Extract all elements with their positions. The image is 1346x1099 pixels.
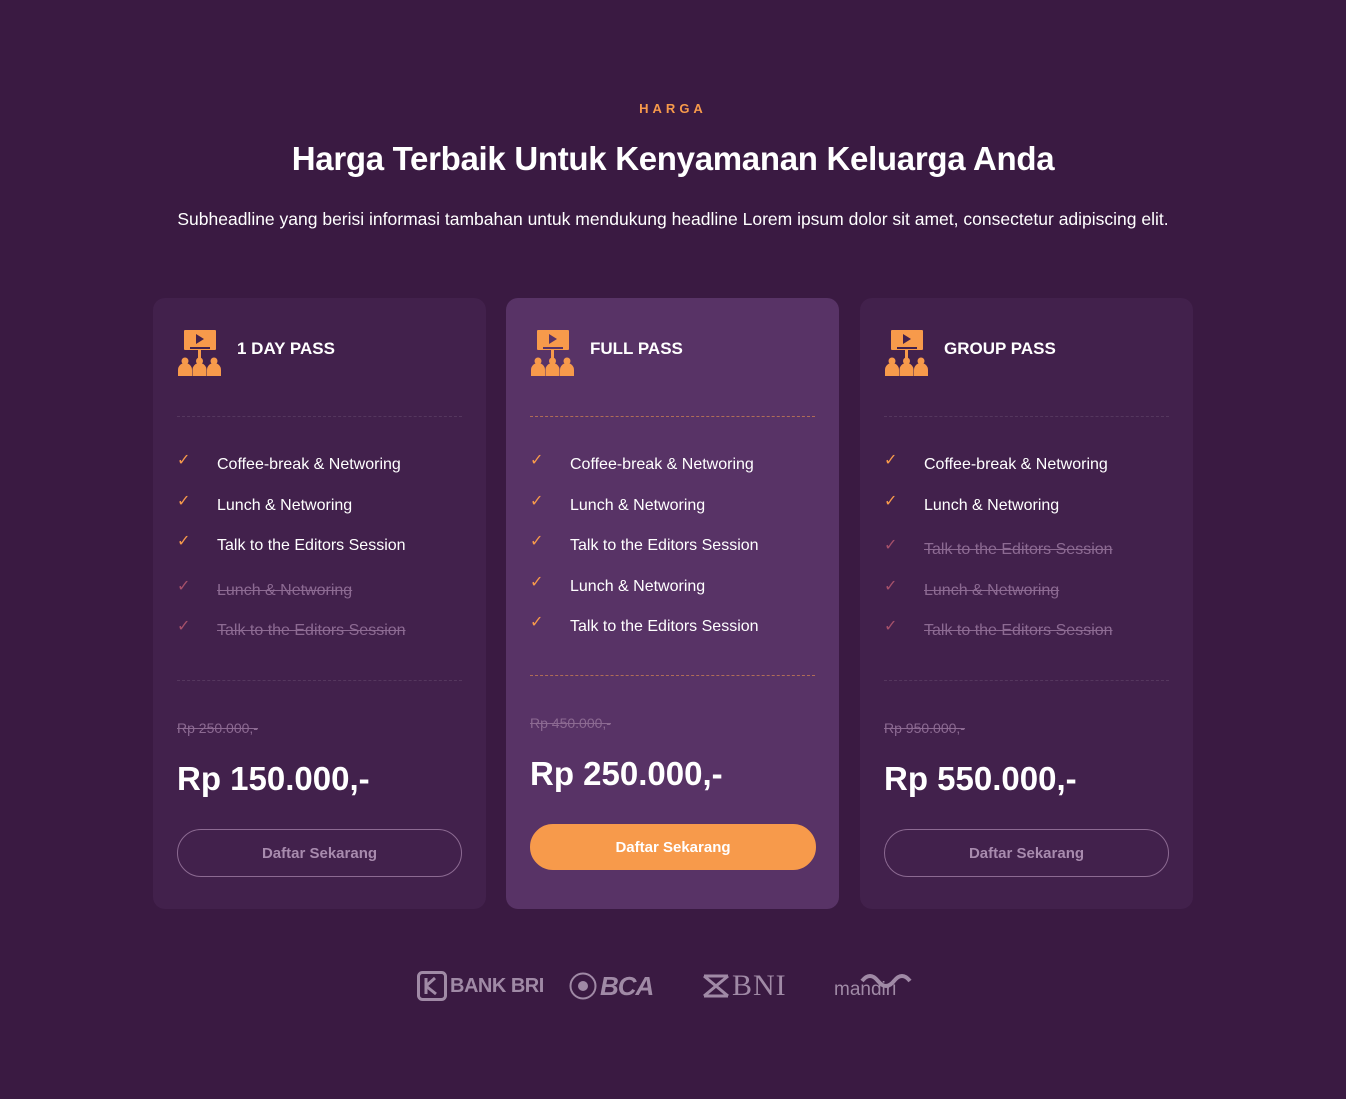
feature-item: ✓ Lunch & Networing — [530, 488, 820, 529]
bank-bni-text: BNI — [732, 969, 787, 1002]
check-icon: ✓ — [884, 492, 898, 510]
feature-item: ✓ Lunch & Networing — [530, 569, 820, 610]
feature-item-excluded: ✓ Talk to the Editors Session — [884, 528, 1174, 569]
price: Rp 250.000,- — [530, 755, 723, 792]
feature-label: Lunch & Networing — [570, 577, 706, 595]
section-eyebrow: HARGA — [639, 101, 707, 116]
register-button[interactable]: Daftar Sekarang — [884, 829, 1169, 877]
check-icon: ✓ — [530, 492, 544, 510]
register-button[interactable]: Daftar Sekarang — [177, 829, 462, 877]
divider — [884, 680, 1169, 681]
feature-label: Coffee-break & Networing — [570, 456, 754, 473]
feature-item: ✓ Lunch & Networing — [177, 488, 467, 529]
pricing-card-1-day-pass: 1 DAY PASS ✓ Coffee-break & Networing ✓ Lu… — [153, 298, 486, 909]
plan-title: GROUP PASS — [944, 339, 1056, 358]
check-icon: ✓ — [177, 452, 191, 469]
feature-list: ✓ Coffee-break & Networing ✓ Lunch & Netwo… — [530, 447, 820, 650]
feature-label: Talk to the Editors Session — [217, 622, 406, 640]
old-price: Rp 250.000,- — [177, 720, 258, 736]
pricing-card-full-pass: FULL PASS ✓ Coffee-break & Networing ✓ Lun… — [506, 298, 839, 909]
feature-item: ✓ Coffee-break & Networing — [177, 447, 467, 488]
plan-title: 1 DAY PASS — [237, 339, 335, 358]
bank-bri-logo: BANK BRI — [417, 966, 544, 1006]
card-header: GROUP PASS — [884, 330, 1056, 376]
check-icon: ✓ — [530, 614, 544, 632]
divider — [530, 416, 815, 417]
feature-label: Lunch & Networing — [570, 496, 706, 514]
feature-item-excluded: ✓ Lunch & Networing — [884, 569, 1174, 610]
feature-item: ✓ Talk to the Editors Session — [177, 528, 467, 569]
feature-list: ✓ Coffee-break & Networing ✓ Lunch & Netwo… — [884, 447, 1174, 650]
check-icon: ✓ — [530, 533, 544, 551]
conference-presentation-icon — [178, 330, 221, 376]
feature-list: ✓ Coffee-break & Networing ✓ Lunch & Netwo… — [177, 447, 467, 650]
card-header: FULL PASS — [530, 330, 683, 376]
mandiri-wave-icon — [860, 974, 912, 988]
bca-emblem-icon — [569, 972, 597, 1000]
check-icon: ✓ — [884, 452, 898, 469]
divider — [177, 680, 462, 681]
feature-label: Coffee-break & Networing — [924, 456, 1108, 473]
feature-item-excluded: ✓ Lunch & Networing — [177, 569, 467, 610]
bank-bca-text: BCA — [600, 970, 654, 1001]
feature-label: Lunch & Networing — [217, 581, 353, 599]
old-price: Rp 950.000,- — [884, 720, 965, 736]
feature-label: Talk to the Editors Session — [924, 622, 1113, 640]
price: Rp 550.000,- — [884, 760, 1077, 797]
check-icon: ✓ — [177, 492, 191, 510]
check-icon: ✓ — [884, 537, 898, 555]
bank-mandiri-logo: mandiri — [834, 966, 912, 1006]
price: Rp 150.000,- — [177, 760, 370, 797]
feature-label: Lunch & Networing — [924, 581, 1060, 599]
check-icon: ✓ — [177, 618, 191, 636]
feature-label: Coffee-break & Networing — [217, 456, 401, 473]
bank-bni-logo: BNI — [702, 966, 787, 1006]
section-headline: Harga Terbaik Untuk Kenyamanan Keluarga … — [291, 140, 1055, 177]
check-icon: ✓ — [884, 618, 898, 636]
check-icon: ✓ — [177, 577, 191, 595]
bni-mark-icon — [703, 974, 729, 998]
divider — [530, 675, 815, 676]
check-icon: ✓ — [530, 452, 544, 469]
feature-label: Talk to the Editors Session — [924, 541, 1113, 559]
feature-item-excluded: ✓ Talk to the Editors Session — [884, 609, 1174, 650]
divider — [884, 416, 1169, 417]
check-icon: ✓ — [884, 577, 898, 595]
feature-item: ✓ Coffee-break & Networing — [530, 447, 820, 488]
register-button[interactable]: Daftar Sekarang — [530, 824, 816, 870]
bank-logos: BANK BRI BCA BNI mandiri — [0, 966, 1346, 1006]
divider — [177, 416, 462, 417]
pricing-card-group-pass: GROUP PASS ✓ Coffee-break & Networing ✓ Lu… — [860, 298, 1193, 909]
feature-item-excluded: ✓ Talk to the Editors Session — [177, 609, 467, 650]
feature-item: ✓ Coffee-break & Networing — [884, 447, 1174, 488]
old-price: Rp 450.000,- — [530, 715, 611, 731]
check-icon: ✓ — [530, 573, 544, 591]
feature-label: Talk to the Editors Session — [570, 618, 759, 636]
check-icon: ✓ — [177, 533, 191, 551]
feature-label: Talk to the Editors Session — [570, 537, 759, 555]
conference-presentation-icon — [885, 330, 928, 376]
bank-bri-text: BANK BRI — [450, 974, 544, 997]
feature-label: Lunch & Networing — [217, 496, 353, 514]
feature-label: Lunch & Networing — [924, 496, 1060, 514]
bri-mark-icon — [417, 971, 447, 1001]
feature-item: ✓ Talk to the Editors Session — [530, 528, 820, 569]
feature-item: ✓ Lunch & Networing — [884, 488, 1174, 529]
section-subheadline: Subheadline yang berisi informasi tambah… — [177, 209, 1169, 229]
card-header: 1 DAY PASS — [177, 330, 335, 376]
conference-presentation-icon — [531, 330, 574, 376]
feature-label: Talk to the Editors Session — [217, 537, 406, 555]
feature-item: ✓ Talk to the Editors Session — [530, 609, 820, 650]
bank-bca-logo: BCA — [569, 966, 654, 1006]
plan-title: FULL PASS — [590, 339, 683, 358]
